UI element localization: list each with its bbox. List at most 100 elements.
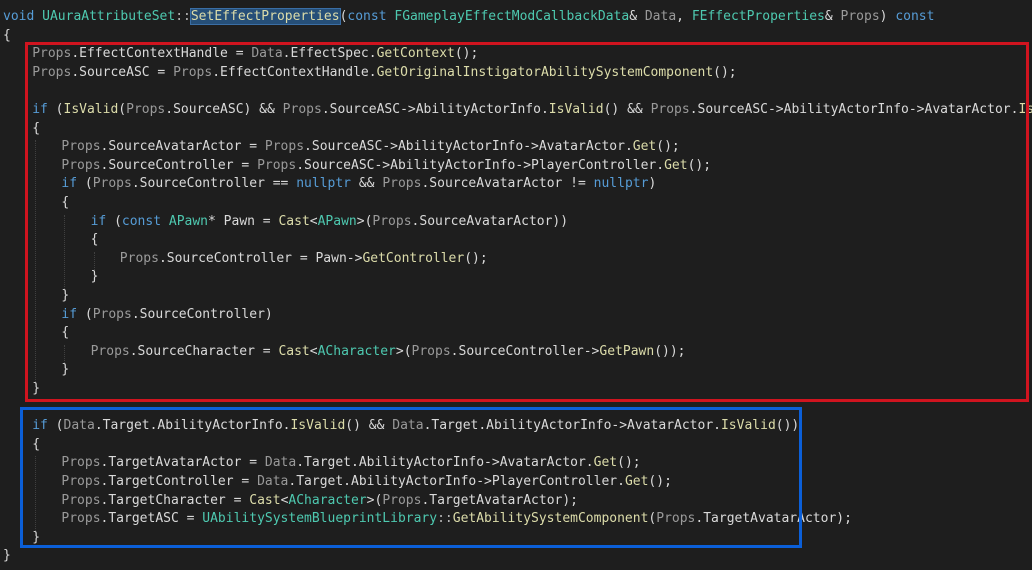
code-token: ()) xyxy=(775,418,800,434)
code-line[interactable]: } xyxy=(32,529,40,547)
code-token: .TargetController = xyxy=(100,474,258,489)
code-token: FEffectProperties xyxy=(691,9,825,24)
code-token: < xyxy=(309,213,318,229)
code-token: () && xyxy=(345,418,393,434)
code-line[interactable]: Props.SourceController = Props.SourceASC… xyxy=(61,157,711,175)
code-token: if xyxy=(90,213,107,229)
code-token: .SourceAvatarActor != xyxy=(421,176,594,192)
code-token: if xyxy=(61,176,78,192)
code-token: Get xyxy=(664,157,688,173)
code-token: .SourceController) xyxy=(131,306,273,322)
code-line[interactable]: if (Props.SourceController) xyxy=(61,306,272,324)
code-token: IsValid xyxy=(548,102,604,117)
code-token: .EffectContextHandle = xyxy=(71,46,252,62)
code-token: ( xyxy=(47,102,64,117)
code-token: .TargetASC = xyxy=(100,511,203,527)
code-line[interactable]: if (IsValid(Props.SourceASC) && Props.So… xyxy=(32,101,1032,119)
code-token: Props xyxy=(382,176,422,192)
code-token: Props xyxy=(61,474,101,489)
code-line[interactable]: Props.SourceController = Pawn->GetContro… xyxy=(120,250,488,268)
code-token: Props xyxy=(61,511,101,527)
code-token: Props xyxy=(61,139,101,155)
code-token: Props xyxy=(61,455,101,471)
code-line[interactable]: } xyxy=(91,268,99,286)
code-token: Cast xyxy=(249,492,281,508)
code-token: FGameplayEffectModCallbackData xyxy=(394,9,630,24)
code-token: AbilityActorInfo xyxy=(415,102,541,117)
code-token: Data xyxy=(251,46,283,62)
code-token: } xyxy=(32,529,41,545)
code-line[interactable]: } xyxy=(32,380,40,398)
code-token: Props xyxy=(32,64,72,80)
code-line[interactable]: if (Data.Target.AbilityActorInfo.IsValid… xyxy=(32,417,799,435)
code-token: Props xyxy=(92,306,132,322)
code-line[interactable]: Props.EffectContextHandle = Data.EffectS… xyxy=(32,45,478,63)
code-token: APawn xyxy=(168,213,209,229)
code-line[interactable]: } xyxy=(3,547,11,565)
indent-guide xyxy=(64,214,66,289)
code-token: GetAbilitySystemComponent xyxy=(452,511,649,527)
code-token: { xyxy=(61,195,70,210)
code-token: AbilityActorInfo->PlayerController. xyxy=(390,157,665,173)
code-token: IsValid xyxy=(1018,102,1032,117)
code-token: } xyxy=(61,362,70,378)
code-token: ) xyxy=(879,9,896,24)
code-line[interactable]: { xyxy=(3,27,11,45)
code-line[interactable]: } xyxy=(61,287,69,305)
code-token: Props xyxy=(92,176,132,192)
code-token: Props xyxy=(656,511,696,527)
code-token: GetController xyxy=(362,250,465,266)
code-line[interactable]: if (Props.SourceController == nullptr &&… xyxy=(61,175,656,193)
code-token: GetPawn xyxy=(599,343,655,359)
code-token: Props xyxy=(61,492,101,508)
code-line[interactable]: void UAuraAttributeSet::SetEffectPropert… xyxy=(3,8,934,26)
indent-guide xyxy=(35,456,37,531)
code-line[interactable]: { xyxy=(61,324,69,342)
code-line[interactable]: { xyxy=(32,120,40,138)
code-line[interactable]: Props.TargetCharacter = Cast<ACharacter>… xyxy=(61,492,578,510)
code-token: Get xyxy=(632,139,657,155)
code-token: ( xyxy=(106,213,122,229)
code-token: Get xyxy=(624,474,649,489)
code-token: .SourceController = xyxy=(158,250,316,266)
code-token: (); xyxy=(713,64,737,80)
code-token: .SourceASC) && xyxy=(165,102,283,117)
code-token: >( xyxy=(366,492,383,508)
code-token: UAbilitySystemBlueprintLibrary xyxy=(202,511,438,527)
code-token: Data xyxy=(392,418,424,434)
code-token: Props xyxy=(61,157,101,173)
code-line[interactable]: if (const APawn* Pawn = Cast<APawn>(Prop… xyxy=(91,213,569,231)
code-token: (); xyxy=(656,139,680,155)
code-token: nullptr xyxy=(593,176,649,192)
code-editor[interactable]: void UAuraAttributeSet::SetEffectPropert… xyxy=(0,0,1032,570)
code-token: } xyxy=(61,288,70,303)
code-token: .SourceASC = xyxy=(71,64,174,80)
code-token: const xyxy=(895,9,935,24)
code-line[interactable]: Props.TargetController = Data.Target.Abi… xyxy=(61,473,672,491)
code-token: ACharacter xyxy=(317,343,396,359)
code-token: nullptr xyxy=(296,176,352,192)
code-token: () && xyxy=(603,102,651,117)
code-line[interactable]: } xyxy=(61,361,69,379)
code-line[interactable]: { xyxy=(32,436,40,454)
code-token: const xyxy=(347,9,387,24)
code-line[interactable]: Props.SourceASC = Props.EffectContextHan… xyxy=(32,64,736,82)
code-token: ()); xyxy=(654,343,686,359)
code-line[interactable]: { xyxy=(61,194,69,212)
code-token: :: xyxy=(175,9,191,24)
code-token: * xyxy=(208,213,224,229)
code-token: ( xyxy=(118,102,127,117)
code-token: .EffectSpec. xyxy=(282,46,377,62)
code-token: < xyxy=(309,343,318,359)
code-token: .EffectContextHandle. xyxy=(212,64,377,80)
code-token: Cast xyxy=(278,343,310,359)
code-line[interactable]: Props.TargetASC = UAbilitySystemBlueprin… xyxy=(61,510,852,528)
code-token: Cast xyxy=(278,213,310,229)
code-line[interactable]: { xyxy=(91,231,99,249)
code-line[interactable]: Props.SourceCharacter = Cast<ACharacter>… xyxy=(91,343,686,361)
code-line[interactable]: Props.SourceAvatarActor = Props.SourceAS… xyxy=(61,138,679,156)
code-token: IsValid xyxy=(290,418,346,434)
code-token: .Target.AbilityActorInfo. xyxy=(94,418,291,434)
code-line[interactable]: Props.TargetAvatarActor = Data.Target.Ab… xyxy=(61,454,640,472)
code-token: Props xyxy=(173,64,213,80)
